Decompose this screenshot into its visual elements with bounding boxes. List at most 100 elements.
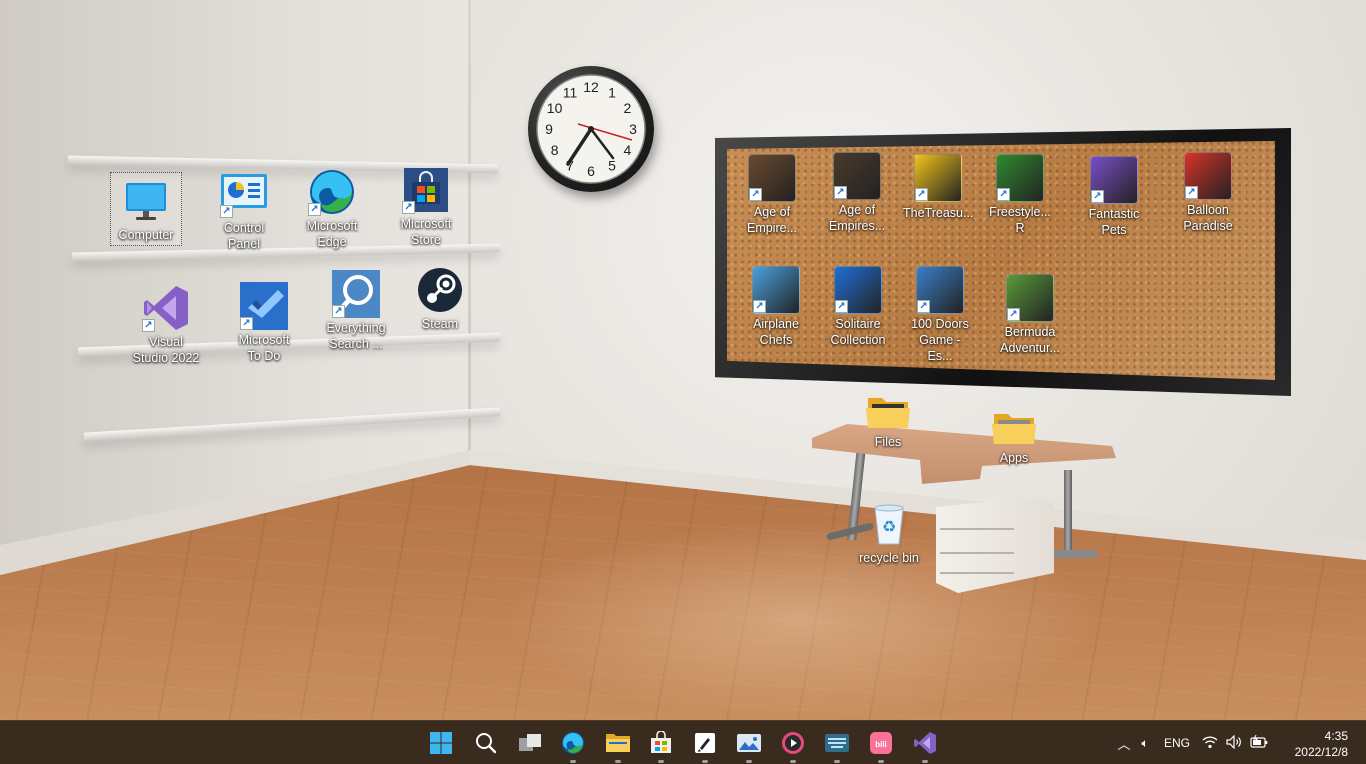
battery-charging-icon[interactable] (1246, 734, 1272, 752)
running-indicator (570, 760, 576, 763)
keyboard-app-taskbar[interactable] (823, 729, 851, 763)
desktop-icon-game[interactable]: ↗ Solitaire Collection (816, 266, 900, 349)
desktop-icon-label: Bermuda Adventur... (1000, 325, 1060, 355)
desktop-icon-label: Balloon Paradise (1183, 203, 1233, 233)
visual-studio-icon: ↗ (142, 284, 190, 332)
photos-taskbar[interactable] (735, 729, 763, 763)
clock-numeral: 11 (563, 85, 578, 101)
desktop-icon-visual-studio[interactable]: ↗ Visual Studio 2022 (124, 284, 208, 367)
steam-icon (416, 266, 464, 314)
desktop-icon-label: Age of Empire... (746, 205, 797, 235)
task-view-button[interactable] (516, 729, 544, 757)
airplane-chefs-icon: ↗ (752, 266, 800, 314)
start-button[interactable] (427, 729, 455, 757)
desktop-icon-label: Fantastic Pets (1088, 207, 1140, 237)
desktop-icon-game[interactable]: ↗ Fantastic Pets (1072, 156, 1156, 239)
running-indicator (922, 760, 928, 763)
show-hidden-icons-chevron-icon[interactable]: ︿ (1114, 734, 1134, 753)
clock-numeral: 2 (624, 100, 632, 116)
desktop-icon-apps-folder[interactable]: Apps (972, 408, 1056, 466)
wifi-icon[interactable] (1198, 735, 1222, 752)
rocket-app-taskbar[interactable] (691, 729, 719, 763)
store-taskbar[interactable] (647, 729, 675, 763)
desktop-icon-label: Microsoft To Do (238, 333, 290, 363)
desktop-icon-store[interactable]: ↗ Microsoft Store (384, 166, 468, 249)
desktop-icon-label: Freestyle... R (989, 205, 1051, 235)
desk-leg (1064, 470, 1072, 554)
taskbar-date: 2022/12/8 (1294, 745, 1348, 759)
desktop-icon-computer[interactable]: Computer (110, 172, 182, 246)
speaker-icon[interactable]: 🔈︎ (1134, 736, 1156, 751)
keyboard-icon (824, 732, 850, 754)
running-indicator (790, 760, 796, 763)
analog-clock-gadget: 12 1 2 3 4 5 6 7 8 9 10 11 (528, 66, 654, 192)
desktop-icon-files-folder[interactable]: Files (846, 392, 930, 450)
desktop-icon-game[interactable]: ↗ Bermuda Adventur... (988, 274, 1072, 357)
desktop-icon-game[interactable]: ↗ Age of Empire... (730, 154, 814, 237)
shortcut-arrow-icon: ↗ (749, 188, 762, 201)
desktop-icon-edge[interactable]: ↗ Microsoft Edge (290, 168, 374, 251)
fantastic-pets-icon: ↗ (1090, 156, 1138, 204)
media-player-taskbar[interactable] (779, 729, 807, 763)
computer-icon (122, 177, 170, 225)
visual-studio-taskbar[interactable] (911, 729, 939, 763)
desktop-icon-game[interactable]: ↗ Airplane Chefs (734, 266, 818, 349)
running-indicator (834, 760, 840, 763)
shortcut-arrow-icon: ↗ (308, 203, 321, 216)
clock-numeral: 1 (608, 85, 616, 101)
desktop-icon-label: Microsoft Edge (306, 219, 358, 249)
clock-numeral: 5 (608, 157, 616, 173)
rocket-icon (694, 732, 716, 754)
desktop-icon-everything[interactable]: ↗ Everything Search ... (314, 270, 398, 353)
running-indicator (878, 760, 884, 763)
photos-icon (736, 732, 762, 754)
todo-icon: ↗ (240, 282, 288, 330)
desktop-icon-recycle-bin[interactable]: ♻ recycle bin (847, 500, 931, 566)
wall-corner (468, 0, 471, 470)
bilibili-icon: bili (869, 731, 893, 755)
desktop-icon-game[interactable]: ↗ Balloon Paradise (1166, 152, 1250, 235)
desktop-icon-todo[interactable]: ↗ Microsoft To Do (222, 282, 306, 365)
taskbar-clock[interactable]: 4:35 2022/12/8 (1295, 728, 1348, 760)
desktop-icon-game[interactable]: ↗ Age of Empires... (815, 152, 899, 235)
edge-taskbar[interactable] (559, 729, 587, 763)
everything-search-icon: ↗ (332, 270, 380, 318)
edge-icon (561, 731, 585, 755)
taskbar: bili ︿ 🔈︎ ENG 4:35 2022/12/8 (0, 720, 1366, 764)
clock-numeral: 10 (547, 100, 563, 116)
shortcut-arrow-icon: ↗ (142, 319, 155, 332)
search-icon (475, 732, 497, 754)
taskbar-time: 4:35 (1324, 729, 1348, 743)
desktop-icon-label: Microsoft Store (400, 217, 452, 247)
shortcut-arrow-icon: ↗ (997, 188, 1010, 201)
desktop-icon-control-panel[interactable]: ↗ Control Panel (202, 170, 286, 253)
balloon-paradise-icon: ↗ (1184, 152, 1232, 200)
shortcut-arrow-icon: ↗ (753, 300, 766, 313)
desktop-icon-game[interactable]: ↗ Freestyle... R (978, 154, 1062, 237)
desktop-icon-game[interactable]: ↗ 100 Doors Game - Es... (898, 266, 982, 365)
volume-icon[interactable] (1222, 734, 1246, 752)
visual-studio-icon (913, 731, 937, 755)
running-indicator (615, 760, 621, 763)
bermuda-adventures-icon: ↗ (1006, 274, 1054, 322)
bilibili-taskbar[interactable]: bili (867, 729, 895, 763)
clock-numeral: 9 (545, 121, 553, 137)
language-indicator[interactable]: ENG (1156, 736, 1198, 750)
drawer-line (940, 528, 1014, 530)
svg-text:bili: bili (875, 740, 887, 749)
edge-icon: ↗ (308, 168, 356, 216)
shortcut-arrow-icon: ↗ (220, 205, 233, 218)
file-explorer-taskbar[interactable] (604, 729, 632, 763)
desktop-icon-label: Solitaire Collection (830, 317, 886, 347)
search-button[interactable] (472, 729, 500, 757)
drawer-line (940, 552, 1014, 554)
clock-numeral: 4 (624, 142, 632, 158)
desktop-icon-label: Steam (421, 317, 459, 331)
desktop-icon-game[interactable]: ↗ TheTreasu... (896, 154, 980, 222)
desktop-icon-label: TheTreasu... (903, 206, 974, 220)
desktop-icon-steam[interactable]: Steam (398, 266, 482, 332)
desktop-icon-label: Visual Studio 2022 (132, 335, 200, 365)
shortcut-arrow-icon: ↗ (835, 300, 848, 313)
desktop-icon-label: Everything Search ... (326, 321, 386, 351)
treasure-4-icon: ↗ (914, 154, 962, 202)
